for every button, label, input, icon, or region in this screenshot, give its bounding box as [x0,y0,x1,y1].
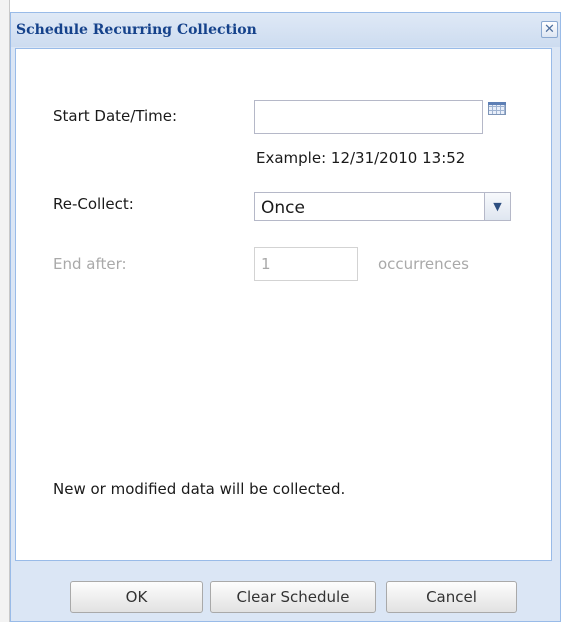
occurrences-label: occurrences [378,255,469,273]
chevron-down-icon[interactable]: ▼ [484,193,510,220]
close-icon[interactable]: ✕ [541,21,558,38]
dialog-titlebar[interactable]: Schedule Recurring Collection ✕ [11,13,560,47]
schedule-dialog: Schedule Recurring Collection ✕ Start Da… [10,12,561,622]
background-window-edge [0,0,10,622]
end-after-label: End after: [53,255,127,273]
end-after-input[interactable]: 1 [254,247,358,281]
start-date-label: Start Date/Time: [53,107,178,125]
calendar-icon[interactable] [488,102,506,115]
recollect-select[interactable]: Once ▼ [254,192,511,221]
ok-button[interactable]: OK [70,581,203,613]
cancel-button[interactable]: Cancel [386,581,517,613]
dialog-body: Start Date/Time: Example: 12/31/2010 13:… [15,48,552,561]
recollect-label: Re-Collect: [53,195,134,213]
start-date-input[interactable] [254,100,483,134]
recollect-selected-value: Once [261,198,305,218]
date-format-example: Example: 12/31/2010 13:52 [256,149,466,167]
clear-schedule-button[interactable]: Clear Schedule [210,581,376,613]
info-message: New or modified data will be collected. [53,480,346,498]
dialog-title: Schedule Recurring Collection [16,22,257,38]
